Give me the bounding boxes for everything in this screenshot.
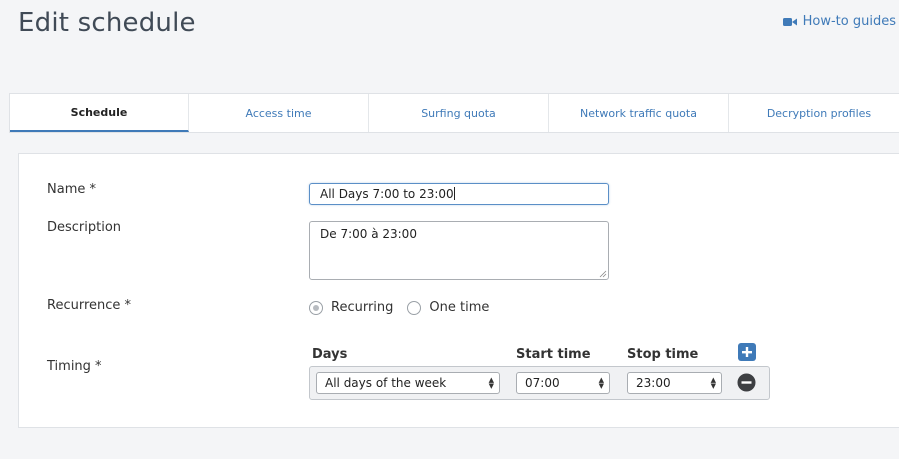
days-select-value: All days of the week xyxy=(325,376,447,390)
description-value: De 7:00 à 23:00 xyxy=(320,227,417,241)
add-timing-plus-icon[interactable] xyxy=(738,343,756,361)
description-label: Description xyxy=(47,220,122,235)
stop-time-select[interactable]: 23:00 ▲ ▼ xyxy=(627,372,722,394)
start-time-column-header: Start time xyxy=(516,347,591,362)
recurrence-radio-group: Recurring One time xyxy=(309,300,489,315)
timing-label: Timing * xyxy=(47,359,102,374)
tab-bar: Schedule Access time Surfing quota Netwo… xyxy=(9,93,899,133)
name-label: Name * xyxy=(47,182,96,197)
stop-time-value: 23:00 xyxy=(636,376,671,390)
recurrence-option-recurring[interactable]: Recurring xyxy=(309,300,393,315)
tab-network-traffic-quota[interactable]: Network traffic quota xyxy=(549,94,729,132)
select-arrows-icon: ▲ ▼ xyxy=(598,376,604,390)
one-time-label: One time xyxy=(429,300,490,315)
name-input[interactable]: All Days 7:00 to 23:00 xyxy=(309,183,609,205)
name-value: All Days 7:00 to 23:00 xyxy=(320,187,454,201)
days-select[interactable]: All days of the week ▲ ▼ xyxy=(316,372,500,394)
select-arrows-icon: ▲ ▼ xyxy=(710,376,716,390)
stop-time-column-header: Stop time xyxy=(627,347,699,362)
tab-schedule[interactable]: Schedule xyxy=(10,94,189,132)
tab-access-time[interactable]: Access time xyxy=(189,94,369,132)
page-title: Edit schedule xyxy=(18,8,196,38)
how-to-guides-label: How-to guides xyxy=(802,14,896,29)
how-to-guides-link[interactable]: How-to guides xyxy=(782,14,896,29)
tab-decryption-profiles[interactable]: Decryption profiles xyxy=(729,94,899,132)
radio-unchecked-icon[interactable] xyxy=(407,300,422,315)
recurring-label: Recurring xyxy=(331,300,394,315)
video-camera-icon xyxy=(782,17,797,27)
text-caret xyxy=(453,187,455,200)
days-column-header: Days xyxy=(312,347,348,362)
start-time-value: 07:00 xyxy=(525,376,560,390)
description-textarea[interactable]: De 7:00 à 23:00 xyxy=(309,221,609,280)
recurrence-label: Recurrence * xyxy=(47,298,132,313)
select-arrows-icon: ▲ ▼ xyxy=(488,376,494,390)
start-time-select[interactable]: 07:00 ▲ ▼ xyxy=(516,372,610,394)
recurrence-option-one-time[interactable]: One time xyxy=(407,300,489,315)
remove-timing-minus-icon[interactable] xyxy=(737,373,756,392)
radio-checked-icon[interactable] xyxy=(309,300,323,315)
resize-handle-icon[interactable] xyxy=(599,270,607,278)
tab-surfing-quota[interactable]: Surfing quota xyxy=(369,94,549,132)
